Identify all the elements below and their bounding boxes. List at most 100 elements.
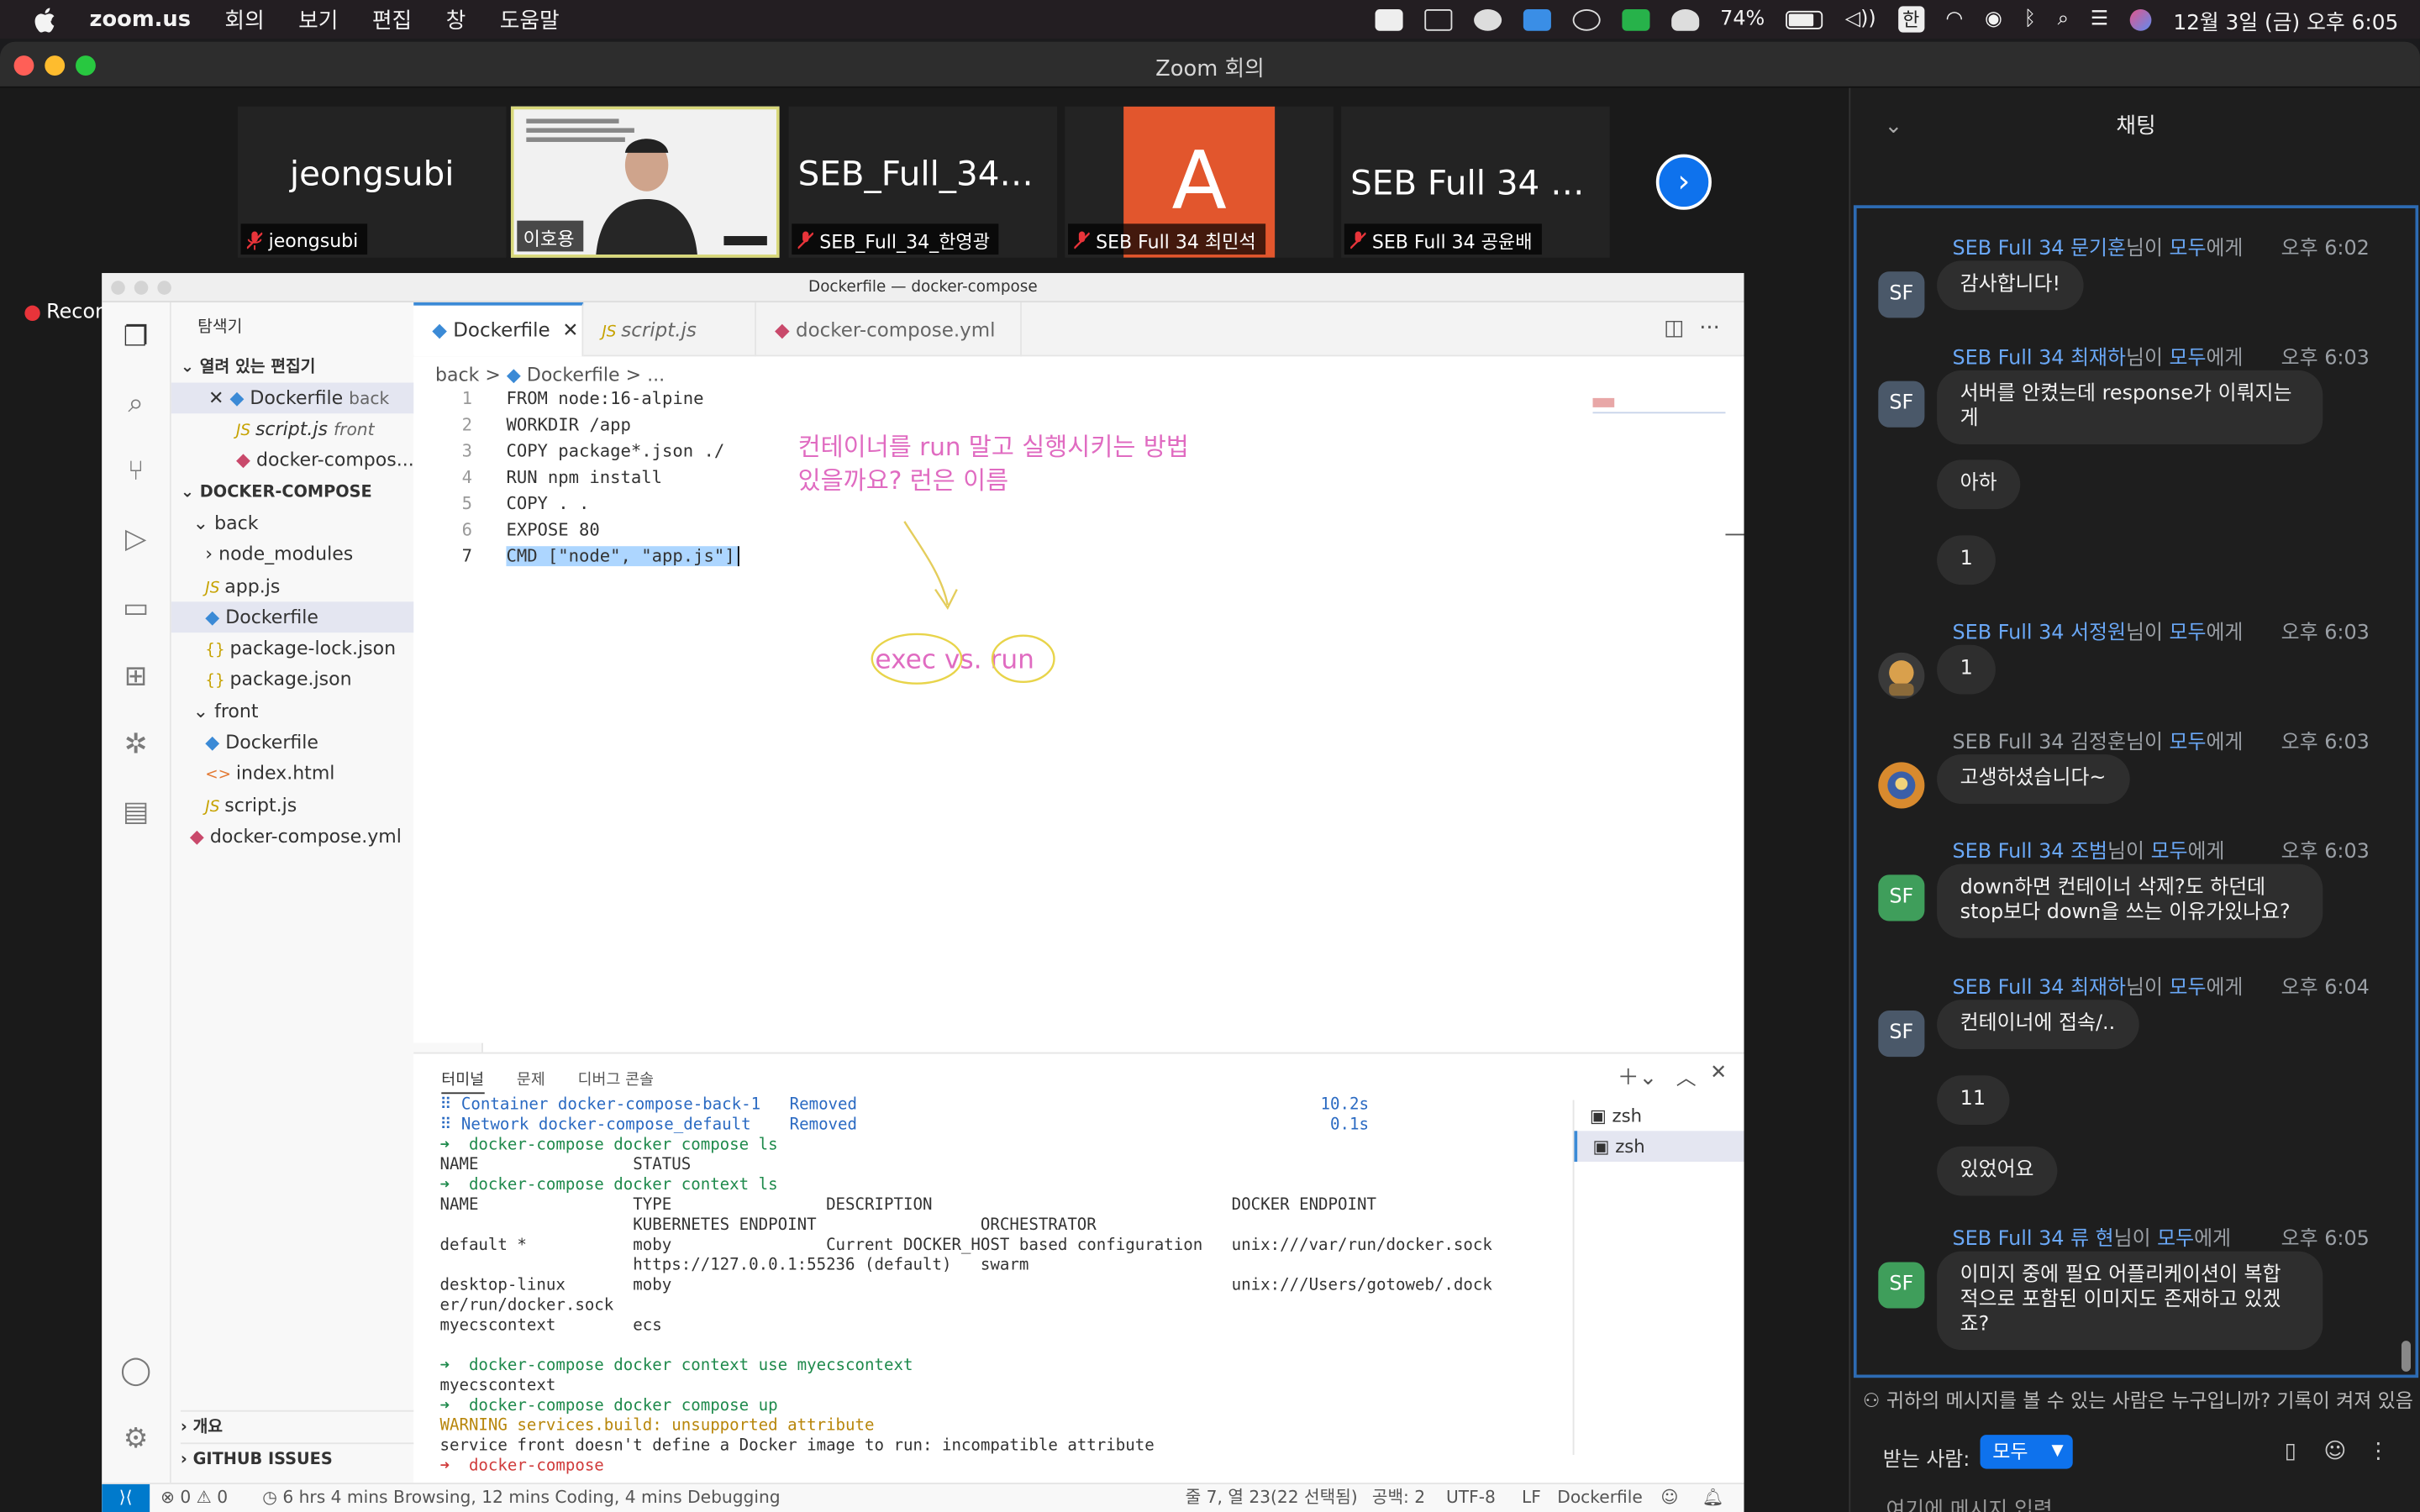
close-panel-icon[interactable]: ✕ — [1710, 1062, 1727, 1085]
battery-icon[interactable] — [1786, 9, 1824, 29]
tab-script-js[interactable]: JS script.js — [583, 302, 756, 357]
more-actions-icon[interactable]: ··· — [1699, 317, 1720, 341]
docker-icon[interactable] — [1423, 8, 1452, 30]
recipient-select[interactable]: 모두 ▼ — [1980, 1435, 2073, 1469]
bluetooth-icon[interactable]: ᛒ — [2024, 8, 2036, 31]
zoom-window-button[interactable] — [157, 281, 171, 295]
participant-tile[interactable]: jeongsubi jeongsubi — [237, 106, 507, 258]
participant-tile[interactable]: SEB_Full_34_… SEB_Full_34_한영광 — [788, 106, 1058, 258]
wakatime-indicator[interactable]: ◷ 6 hrs 4 mins Browsing, 12 mins Coding,… — [262, 1484, 780, 1512]
tab-terminal[interactable]: 터미널 — [441, 1072, 485, 1095]
cloud-icon[interactable] — [1670, 8, 1699, 30]
tab-debug-console[interactable]: 디버그 콘솔 — [578, 1073, 654, 1089]
snowflake-icon[interactable] — [1571, 8, 1600, 30]
avatar[interactable]: SF — [1878, 1262, 1925, 1309]
breadcrumb-folder[interactable]: back — [435, 364, 479, 386]
cursor-position[interactable]: 줄 7, 열 23(22 선택됨) — [1186, 1484, 1358, 1512]
avatar[interactable]: SF — [1878, 1011, 1925, 1058]
indentation[interactable]: 공백: 2 — [1372, 1484, 1425, 1512]
breadcrumb-more[interactable]: ... — [647, 364, 665, 386]
message-bubble[interactable]: 컨테이너에 접속/.. — [1937, 1000, 2139, 1049]
user-icon[interactable]: ◉ — [1985, 8, 2002, 31]
terminal-instance-active[interactable]: ▣ zsh — [1574, 1131, 1744, 1163]
cat-icon[interactable] — [1621, 8, 1649, 30]
menu-edit[interactable]: 편집 — [372, 4, 412, 35]
menu-window[interactable]: 창 — [446, 4, 466, 35]
volume-icon[interactable]: ◁)) — [1845, 8, 1876, 31]
maximize-panel-icon[interactable]: ︿ — [1676, 1062, 1697, 1091]
message-bubble[interactable]: 아하 — [1937, 459, 2021, 510]
shield-icon[interactable] — [1523, 8, 1551, 30]
kubernetes-icon[interactable]: ✲ — [118, 728, 152, 762]
chat-input[interactable]: 여기에 메시지 입력... — [1886, 1492, 2072, 1512]
message-bubble[interactable]: 감사합니다! — [1937, 260, 2084, 311]
split-editor-icon[interactable]: ◫ — [1664, 317, 1684, 341]
breadcrumb-file[interactable]: Dockerfile — [527, 364, 620, 386]
close-window-button[interactable] — [111, 281, 125, 295]
participant-tile-speaker[interactable]: 이호용 — [510, 106, 780, 258]
avatar[interactable]: SF — [1878, 271, 1925, 318]
message-bubble[interactable]: 서버를 안켰는데 response가 이뤄지는 게 — [1937, 370, 2323, 444]
control-center-icon[interactable]: ☰ — [2091, 8, 2108, 31]
bell-icon[interactable]: 🔔︎ — [1702, 1484, 1724, 1512]
clock[interactable]: 12월 3일 (금) 오후 6:05 — [2173, 4, 2398, 35]
siri-icon[interactable] — [2129, 8, 2152, 30]
chat-privacy-notice[interactable]: ⚇ 귀하의 메시지를 볼 수 있는 사람은 누구입니까? 기록이 켜져 있음 — [1863, 1384, 2418, 1418]
gear-icon[interactable]: ⚙ — [118, 1422, 152, 1456]
search-icon[interactable]: ⌕ — [118, 387, 152, 421]
next-participants-button[interactable]: › — [1655, 154, 1712, 210]
participant-tile[interactable]: SEB Full 34 공… SEB Full 34 공윤배 — [1341, 106, 1610, 258]
avatar[interactable]: SF — [1878, 381, 1925, 428]
avatar-image[interactable] — [1878, 652, 1925, 700]
line-ending[interactable]: LF — [1522, 1484, 1541, 1512]
avatar[interactable]: SF — [1878, 874, 1925, 921]
chevron-down-icon[interactable]: ⌄ — [1885, 88, 1903, 165]
file-icon[interactable]: ▯ — [2278, 1440, 2302, 1464]
message-bubble[interactable]: 있었어요 — [1937, 1146, 2058, 1196]
tab-compose-yml[interactable]: ◆ docker-compose.yml — [756, 302, 1022, 357]
emoji-icon[interactable]: ☺ — [2323, 1440, 2347, 1464]
wifi-icon[interactable]: ◠ — [1946, 8, 1964, 31]
files-icon[interactable]: ❐ — [118, 321, 152, 354]
minimize-window-button[interactable] — [134, 281, 149, 295]
zoom-tray-icon[interactable] — [1374, 8, 1402, 30]
search-icon[interactable]: ⌕ — [2058, 8, 2069, 31]
extensions-icon[interactable]: ⊞ — [118, 660, 152, 694]
message-bubble[interactable]: 11 — [1937, 1075, 2009, 1125]
menu-view[interactable]: 보기 — [298, 4, 338, 35]
app-menu[interactable]: zoom.us — [90, 7, 191, 31]
encoding[interactable]: UTF-8 — [1446, 1484, 1496, 1512]
close-icon[interactable]: ✕ — [208, 387, 229, 409]
minimap[interactable] — [1592, 395, 1726, 414]
menu-meeting[interactable]: 회의 — [224, 4, 264, 35]
apple-icon[interactable] — [34, 7, 55, 32]
remote-explorer-icon[interactable]: ▭ — [118, 592, 152, 626]
message-bubble[interactable]: 고생하셨습니다~ — [1937, 754, 2129, 804]
chat-scrollbar[interactable] — [2401, 1341, 2411, 1372]
menu-help[interactable]: 도움말 — [500, 4, 560, 35]
remote-indicator-icon[interactable]: ⟩⟨ — [102, 1483, 150, 1512]
language-mode[interactable]: Dockerfile — [1557, 1484, 1643, 1512]
source-control-icon[interactable]: ⑂ — [118, 455, 152, 489]
message-bubble[interactable]: 1 — [1937, 535, 1996, 585]
input-method[interactable]: 한 — [1897, 6, 1924, 33]
new-terminal-icon[interactable]: ＋⌄ — [1618, 1062, 1657, 1093]
feedback-icon[interactable]: ☺ — [1660, 1484, 1678, 1512]
problems-indicator[interactable]: ⊗ 0 ⚠ 0 — [160, 1484, 228, 1512]
avatar-image[interactable] — [1878, 762, 1925, 809]
participant-tile[interactable]: A SEB Full 34 최민석 — [1065, 106, 1334, 258]
message-bubble[interactable]: 이미지 중에 필요 어플리케이션이 복합 적으로 포함된 이미지도 존재하고 있… — [1937, 1251, 2323, 1351]
tab-problems[interactable]: 문제 — [517, 1073, 545, 1089]
more-icon[interactable]: ⋮ — [2366, 1440, 2391, 1464]
close-icon[interactable]: ✕ — [562, 318, 578, 341]
account-icon[interactable]: ◯ — [118, 1355, 152, 1389]
chat-message-list[interactable]: SEB Full 34 문기훈님이 모두에게 오후 6:02 SF 감사합니다! … — [1853, 205, 2419, 1378]
chat-app-icon[interactable] — [1473, 8, 1502, 30]
tab-dockerfile[interactable]: ◆ Dockerfile ✕ — [413, 302, 584, 357]
message-bubble[interactable]: down하면 컨테이너 삭제?도 하던데 stop보다 down을 쓰는 이유가… — [1937, 864, 2323, 938]
run-debug-icon[interactable]: ▷ — [118, 523, 152, 557]
message-bubble[interactable]: 1 — [1937, 644, 1996, 695]
terminal-output[interactable]: ⠿ Container docker-compose-back-1 Remove… — [439, 1095, 1581, 1477]
terminal-instance[interactable]: ▣ zsh — [1574, 1100, 1744, 1131]
docker-icon[interactable]: ▤ — [118, 796, 152, 830]
